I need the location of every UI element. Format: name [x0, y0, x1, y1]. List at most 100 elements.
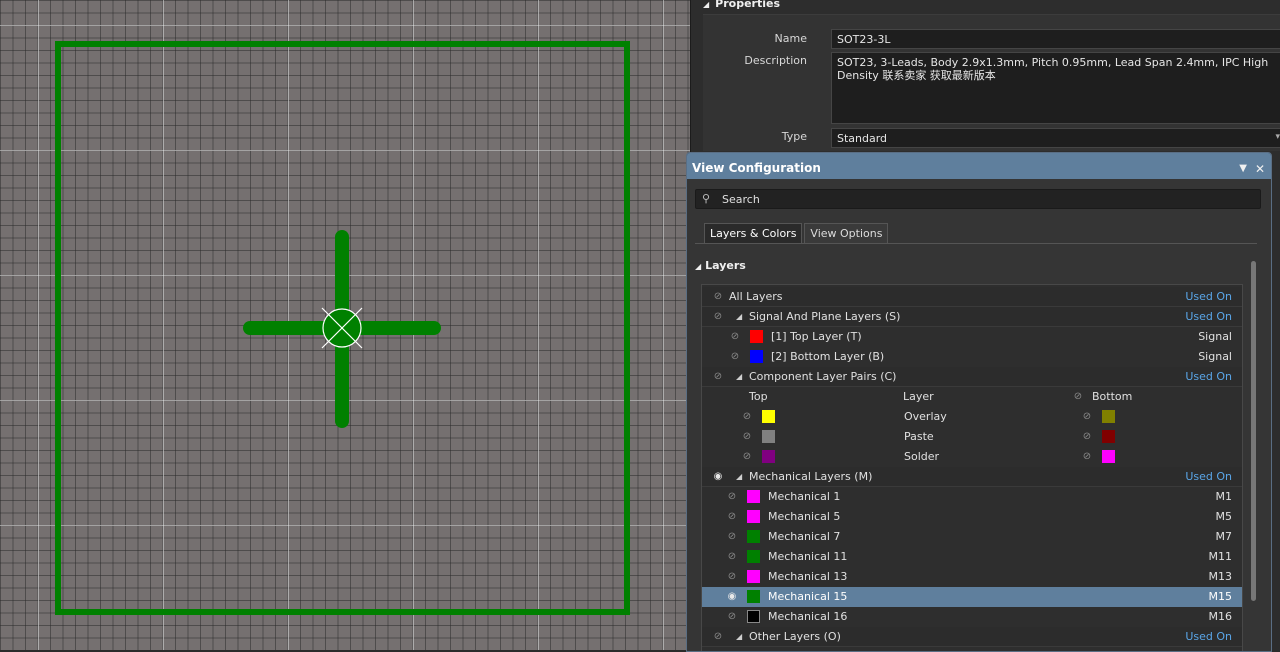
bottom-color-swatch[interactable]: [1102, 410, 1115, 423]
layer-name: Mechanical 16: [768, 610, 848, 623]
pair-row-overlay[interactable]: ⊘ Overlay ⊘: [702, 407, 1242, 427]
top-color-swatch[interactable]: [762, 410, 775, 423]
properties-header[interactable]: ◢ Properties: [703, 0, 780, 10]
layer-color-swatch[interactable]: [747, 570, 760, 583]
layer-short-name: M16: [1208, 610, 1233, 623]
eye-off-icon[interactable]: ⊘: [1072, 387, 1084, 407]
pair-layer-name: Paste: [904, 430, 934, 443]
other-layers-label: Other Layers (O): [749, 630, 841, 643]
eye-off-icon[interactable]: ⊘: [712, 627, 724, 647]
properties-title: Properties: [715, 0, 780, 10]
col-top: Top: [749, 390, 768, 403]
mechanical-layers-group-row[interactable]: ◉ ◢ Mechanical Layers (M) Used On: [702, 467, 1242, 487]
search-icon: ⚲: [702, 192, 711, 205]
layer-short-name: M1: [1215, 490, 1233, 503]
eye-off-icon[interactable]: ⊘: [1081, 407, 1093, 427]
pcb-canvas[interactable]: [0, 0, 690, 650]
search-box[interactable]: ⚲: [695, 189, 1261, 209]
eye-icon[interactable]: ◉: [712, 467, 724, 487]
layer-color-swatch[interactable]: [750, 350, 763, 363]
other-layers-used-on[interactable]: Used On: [1185, 627, 1232, 647]
pair-layer-name: Overlay: [904, 410, 947, 423]
eye-off-icon[interactable]: ⊘: [741, 427, 753, 447]
tab-divider: [695, 243, 1257, 244]
eye-off-icon[interactable]: ⊘: [726, 507, 738, 527]
layer-color-swatch[interactable]: [747, 590, 760, 603]
bottom-color-swatch[interactable]: [1102, 450, 1115, 463]
layer-name: Mechanical 13: [768, 570, 848, 583]
layer-color-swatch[interactable]: [747, 610, 760, 623]
eye-off-icon[interactable]: ⊘: [726, 547, 738, 567]
view-configuration-panel: View Configuration ▼ ✕ ⚲ Layers & Colors…: [686, 152, 1272, 652]
pair-row-paste[interactable]: ⊘ Paste ⊘: [702, 427, 1242, 447]
eye-off-icon[interactable]: ⊘: [712, 367, 724, 387]
layer-row-bottom-layer[interactable]: ⊘ [2] Bottom Layer (B) Signal: [702, 347, 1242, 367]
eye-off-icon[interactable]: ⊘: [729, 327, 741, 347]
collapse-triangle-icon[interactable]: ◢: [736, 627, 742, 647]
col-layer: Layer: [903, 390, 934, 403]
layer-row-mechanical-5[interactable]: ⊘ Mechanical 5 M5: [702, 507, 1242, 527]
all-layers-row[interactable]: ⊘ All Layers Used On: [702, 287, 1242, 307]
top-color-swatch[interactable]: [762, 430, 775, 443]
layer-color-swatch[interactable]: [747, 490, 760, 503]
eye-off-icon[interactable]: ⊘: [729, 347, 741, 367]
eye-icon[interactable]: ◉: [726, 587, 738, 607]
mechanical-layers-label: Mechanical Layers (M): [749, 470, 873, 483]
col-bottom: Bottom: [1092, 390, 1133, 403]
other-layers-group-row[interactable]: ⊘ ◢ Other Layers (O) Used On: [702, 627, 1242, 647]
collapse-triangle-icon[interactable]: ◢: [703, 0, 709, 9]
mechanical-layers-used-on[interactable]: Used On: [1185, 467, 1232, 487]
search-input[interactable]: [722, 191, 1242, 207]
pair-row-solder[interactable]: ⊘ Solder ⊘: [702, 447, 1242, 467]
eye-off-icon[interactable]: ⊘: [1081, 427, 1093, 447]
collapse-triangle-icon[interactable]: ◢: [736, 307, 742, 327]
component-pairs-used-on[interactable]: Used On: [1185, 367, 1232, 387]
layer-row-mechanical-13[interactable]: ⊘ Mechanical 13 M13: [702, 567, 1242, 587]
layer-color-swatch[interactable]: [747, 510, 760, 523]
layer-short-name: M5: [1215, 510, 1233, 523]
layer-row-mechanical-16[interactable]: ⊘ Mechanical 16 M16: [702, 607, 1242, 627]
vertical-scrollbar[interactable]: [1251, 261, 1256, 601]
name-field[interactable]: SOT23-3L: [831, 29, 1280, 49]
eye-off-icon[interactable]: ⊘: [712, 307, 724, 327]
view-configuration-titlebar[interactable]: View Configuration ▼ ✕: [687, 153, 1271, 179]
eye-off-icon[interactable]: ⊘: [726, 487, 738, 507]
layers-section-header[interactable]: ◢ Layers: [695, 259, 746, 272]
layer-row-mechanical-15[interactable]: ◉ Mechanical 15 M15: [702, 587, 1242, 607]
collapse-triangle-icon[interactable]: ◢: [695, 262, 701, 271]
close-icon[interactable]: ✕: [1255, 153, 1265, 185]
tab-view-options[interactable]: View Options: [804, 223, 889, 244]
dropdown-icon[interactable]: ▼: [1239, 153, 1247, 185]
eye-off-icon[interactable]: ⊘: [726, 567, 738, 587]
layer-color-swatch[interactable]: [747, 530, 760, 543]
tab-layers-colors[interactable]: Layers & Colors: [704, 223, 803, 244]
all-layers-used-on[interactable]: Used On: [1185, 287, 1232, 307]
eye-off-icon[interactable]: ⊘: [712, 287, 724, 307]
view-configuration-title: View Configuration: [692, 161, 821, 175]
layers-section-title: Layers: [705, 259, 746, 272]
eye-off-icon[interactable]: ⊘: [741, 407, 753, 427]
layer-row-top-layer[interactable]: ⊘ [1] Top Layer (T) Signal: [702, 327, 1242, 347]
eye-off-icon[interactable]: ⊘: [741, 447, 753, 467]
type-select[interactable]: Standard: [831, 128, 1280, 148]
layer-row-mechanical-11[interactable]: ⊘ Mechanical 11 M11: [702, 547, 1242, 567]
signal-layers-group-row[interactable]: ⊘ ◢ Signal And Plane Layers (S) Used On: [702, 307, 1242, 327]
layer-color-swatch[interactable]: [747, 550, 760, 563]
all-layers-label: All Layers: [729, 290, 783, 303]
eye-off-icon[interactable]: ⊘: [726, 527, 738, 547]
collapse-triangle-icon[interactable]: ◢: [736, 367, 742, 387]
signal-layers-used-on[interactable]: Used On: [1185, 307, 1232, 327]
bottom-color-swatch[interactable]: [1102, 430, 1115, 443]
layer-name: Mechanical 11: [768, 550, 848, 563]
layer-short-name: M11: [1208, 550, 1233, 563]
eye-off-icon[interactable]: ⊘: [726, 607, 738, 627]
top-color-swatch[interactable]: [762, 450, 775, 463]
layer-row-mechanical-1[interactable]: ⊘ Mechanical 1 M1: [702, 487, 1242, 507]
layer-row-mechanical-7[interactable]: ⊘ Mechanical 7 M7: [702, 527, 1242, 547]
description-field[interactable]: SOT23, 3-Leads, Body 2.9x1.3mm, Pitch 0.…: [831, 52, 1280, 124]
collapse-triangle-icon[interactable]: ◢: [736, 467, 742, 487]
component-pairs-group-row[interactable]: ⊘ ◢ Component Layer Pairs (C) Used On: [702, 367, 1242, 387]
layer-color-swatch[interactable]: [750, 330, 763, 343]
layer-kind: Signal: [1198, 330, 1232, 343]
eye-off-icon[interactable]: ⊘: [1081, 447, 1093, 467]
